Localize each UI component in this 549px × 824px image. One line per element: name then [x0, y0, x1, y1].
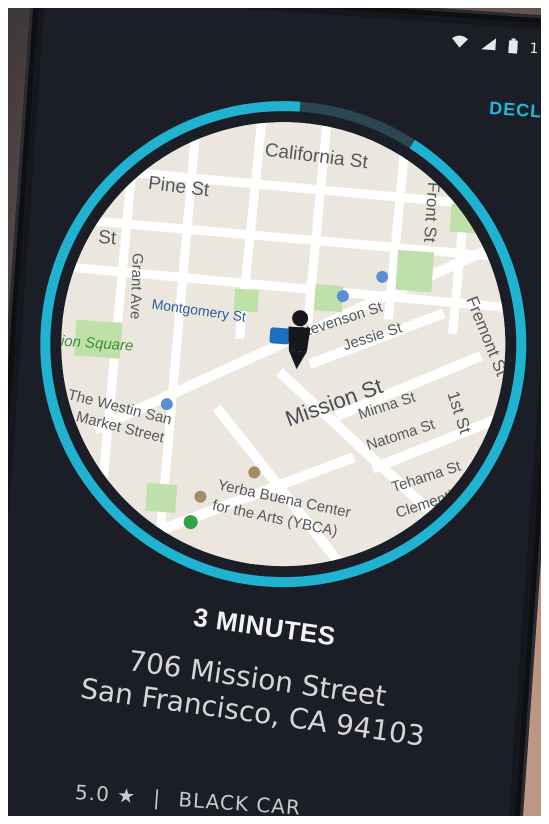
pickup-pin-icon	[288, 310, 311, 370]
phone-device: 1 DECLI California St Pine St Front St S…	[8, 8, 541, 816]
status-bar: 1	[450, 33, 539, 59]
map-view[interactable]: California St Pine St Front St St Grant …	[46, 107, 521, 582]
street-label-grant: Grant Ave	[126, 252, 146, 320]
status-partial-text: 1	[529, 40, 540, 58]
meta-separator: |	[152, 785, 162, 810]
app-screen: 1 DECLI California St Pine St Front St S…	[8, 8, 541, 816]
battery-icon	[508, 37, 519, 58]
street-label-bush: St	[97, 226, 117, 250]
photo-background: 1 DECLI California St Pine St Front St S…	[8, 8, 541, 816]
signal-icon	[480, 36, 497, 55]
wifi-icon	[450, 34, 469, 53]
rating-value: 5.0 ★	[74, 780, 137, 809]
request-timer: California St Pine St Front St St Grant …	[16, 77, 541, 611]
street-label-front: Front St	[420, 181, 444, 243]
